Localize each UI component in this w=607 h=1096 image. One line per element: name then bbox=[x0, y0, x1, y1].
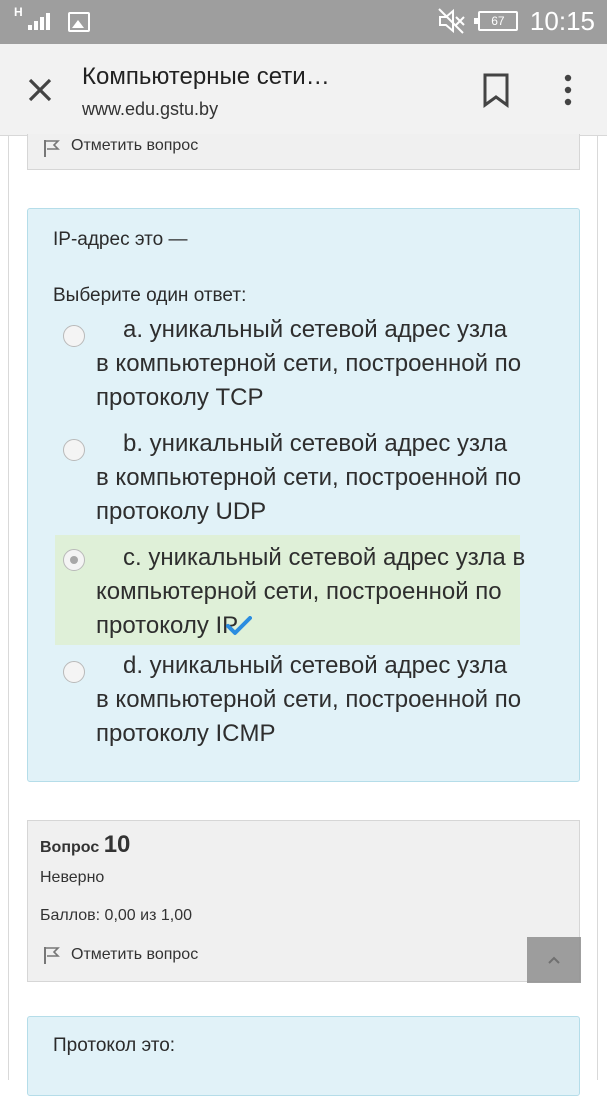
answer-label: a. уникальный сетевой адрес узла в компь… bbox=[96, 316, 522, 411]
flag-question-link[interactable]: Отметить вопрос bbox=[71, 946, 198, 964]
score-text: Баллов: 0,00 из 1,00 bbox=[40, 907, 192, 924]
signal-icon: H bbox=[14, 5, 54, 32]
flag-question-link[interactable]: Отметить вопрос bbox=[71, 137, 198, 155]
more-options-icon[interactable] bbox=[556, 70, 580, 110]
answer-label: c. уникальный сетевой адрес узла в компь… bbox=[96, 544, 526, 639]
question-card: IP-адрес это — Выберите один ответ: a. у… bbox=[27, 208, 580, 782]
gallery-notification-icon bbox=[68, 12, 90, 32]
radio-button[interactable] bbox=[63, 325, 85, 347]
status-bar: H 67 10:15 bbox=[0, 0, 607, 44]
answer-label: d. уникальный сетевой адрес узла в компь… bbox=[96, 652, 522, 747]
flag-icon[interactable] bbox=[42, 945, 62, 965]
close-icon[interactable] bbox=[22, 72, 58, 108]
flag-icon[interactable] bbox=[42, 138, 62, 158]
radio-button-selected[interactable] bbox=[63, 549, 85, 571]
question-word: Вопрос bbox=[40, 839, 100, 856]
answer-option-c[interactable]: c. уникальный сетевой адрес узла в компь… bbox=[55, 535, 525, 645]
answer-option-d[interactable]: d. уникальный сетевой адрес узла в компь… bbox=[55, 649, 521, 759]
page-border-right bbox=[597, 136, 598, 1080]
answer-label-block: c. уникальный сетевой адрес узла в компь… bbox=[96, 541, 526, 643]
answer-label: b. уникальный сетевой адрес узла в компь… bbox=[96, 430, 522, 525]
answer-option-b[interactable]: b. уникальный сетевой адрес узла в компь… bbox=[55, 427, 521, 537]
page-title: Компьютерные сети… bbox=[82, 63, 330, 90]
radio-button[interactable] bbox=[63, 439, 85, 461]
grading-status: Неверно bbox=[40, 869, 105, 886]
network-type: H bbox=[14, 5, 23, 19]
page-url: www.edu.gstu.by bbox=[82, 99, 219, 119]
next-question-text: Протокол это: bbox=[53, 1035, 176, 1056]
page-border-left bbox=[8, 136, 9, 1080]
scroll-to-top-button[interactable] bbox=[527, 937, 581, 983]
checkmark-icon bbox=[226, 616, 253, 635]
question-number: Вопрос 10 bbox=[40, 831, 130, 859]
next-question-card: Протокол это: bbox=[27, 1016, 580, 1096]
browser-toolbar: Компьютерные сети… www.edu.gstu.by bbox=[0, 44, 607, 136]
answer-prompt: Выберите один ответ: bbox=[53, 285, 247, 306]
battery-icon: 67 bbox=[473, 11, 518, 31]
previous-question-info: Отметить вопрос bbox=[27, 134, 580, 170]
question-number-value: 10 bbox=[103, 831, 131, 858]
bookmark-icon[interactable] bbox=[480, 72, 512, 108]
chevron-up-icon bbox=[548, 956, 560, 964]
clock: 10:15 bbox=[529, 6, 595, 36]
question-text: IP-адрес это — bbox=[53, 229, 188, 250]
radio-button[interactable] bbox=[63, 661, 85, 683]
mute-icon bbox=[438, 8, 465, 34]
question-info-card: Вопрос 10 Неверно Баллов: 0,00 из 1,00 О… bbox=[27, 820, 580, 982]
answer-option-a[interactable]: a. уникальный сетевой адрес узла в компь… bbox=[55, 313, 521, 423]
